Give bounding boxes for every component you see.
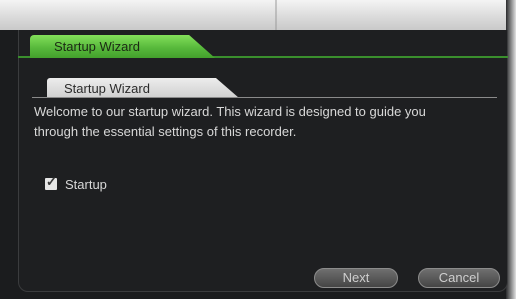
section-divider bbox=[32, 97, 497, 98]
startup-checkbox-row[interactable]: ✓ Startup bbox=[45, 174, 107, 192]
startup-checkbox-label: Startup bbox=[65, 176, 107, 192]
top-bar-divider bbox=[275, 0, 277, 30]
section-tab[interactable]: Startup Wizard bbox=[47, 78, 239, 98]
welcome-text: Welcome to our startup wizard. This wiza… bbox=[34, 104, 426, 139]
top-bar bbox=[0, 0, 516, 30]
next-button[interactable]: Next bbox=[314, 268, 398, 288]
checkmark-icon: ✓ bbox=[46, 174, 57, 189]
window-title-tab: Startup Wizard bbox=[30, 35, 215, 58]
section-tab-label: Startup Wizard bbox=[64, 81, 150, 96]
startup-checkbox[interactable]: ✓ bbox=[45, 174, 57, 190]
cancel-button[interactable]: Cancel bbox=[418, 268, 500, 288]
startup-wizard-window bbox=[18, 30, 508, 292]
window-title: Startup Wizard bbox=[54, 39, 140, 54]
